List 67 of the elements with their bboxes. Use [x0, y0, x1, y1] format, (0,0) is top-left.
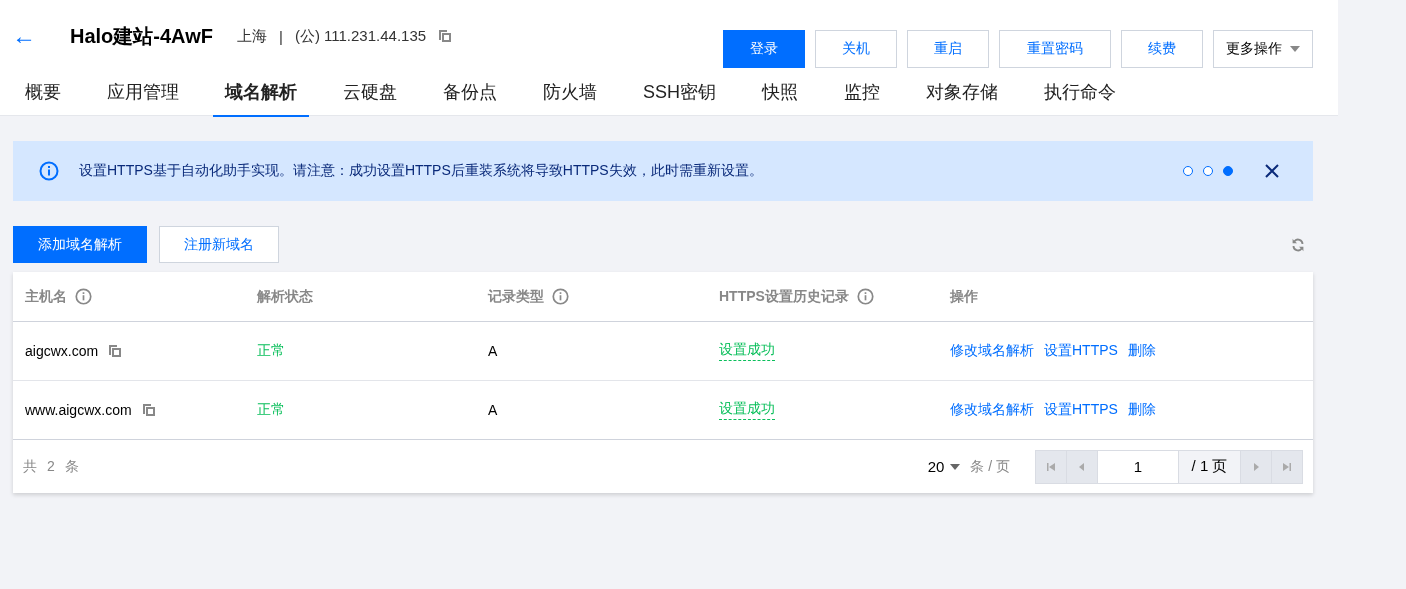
page-count: / 1 页: [1179, 450, 1241, 483]
tab[interactable]: SSH密钥: [643, 72, 716, 117]
column-header: 记录类型: [488, 287, 544, 306]
tab[interactable]: 备份点: [443, 72, 497, 117]
record-type: A: [488, 402, 498, 418]
region-label: 上海: [237, 26, 267, 46]
page-size-unit: 条 / 页: [970, 457, 1010, 476]
info-icon: [856, 288, 874, 305]
notice-text: 设置HTTPS基于自动化助手实现。请注意：成功设置HTTPS后重装系统将导致HTTPS失效，此时需重新设置。: [79, 162, 764, 180]
host-name: aigcwx.com: [25, 343, 99, 359]
tab[interactable]: 概要: [25, 72, 61, 117]
ip-address: (公) 111.231.44.135: [294, 26, 427, 46]
operation-link[interactable]: 修改域名解析: [950, 401, 1034, 419]
info-icon: [552, 288, 569, 305]
previous-page-icon: [1077, 461, 1087, 472]
first-page-icon: [1046, 461, 1056, 472]
column-header: 操作: [950, 287, 978, 306]
tab[interactable]: 执行命令: [1044, 72, 1116, 117]
tab[interactable]: 监控: [844, 72, 880, 117]
copy-icon[interactable]: [438, 29, 453, 43]
last-page-button[interactable]: [1272, 450, 1302, 483]
operation-link[interactable]: 修改域名解析: [950, 342, 1034, 360]
operation-link[interactable]: 删除: [1127, 401, 1156, 419]
status-text: 正常: [257, 401, 285, 419]
tab[interactable]: 快照: [762, 72, 798, 117]
tab[interactable]: 防火墙: [543, 72, 597, 117]
carousel-dot[interactable]: [1203, 166, 1213, 176]
action-button[interactable]: 重置密码: [999, 30, 1111, 68]
action-button[interactable]: 登录: [723, 30, 805, 68]
toolbar-button[interactable]: 添加域名解析: [13, 226, 147, 263]
action-button[interactable]: 续费: [1121, 30, 1203, 68]
copy-icon[interactable]: [108, 344, 123, 358]
tab[interactable]: 云硬盘: [343, 72, 397, 117]
info-icon: [39, 161, 59, 181]
action-button[interactable]: 更多操作: [1213, 30, 1313, 68]
toolbar-button[interactable]: 注册新域名: [159, 226, 279, 263]
total-count: 共 2 条: [23, 457, 82, 476]
info-icon: [75, 288, 92, 305]
column-header: 解析状态: [257, 287, 313, 306]
back-button[interactable]: ←: [12, 24, 36, 48]
copy-icon[interactable]: [141, 403, 156, 417]
operation-link[interactable]: 删除: [1127, 342, 1156, 360]
tab[interactable]: 域名解析: [213, 72, 309, 117]
next-page-icon: [1251, 461, 1261, 472]
column-header: HTTPS设置历史记录: [719, 287, 849, 306]
action-button[interactable]: 重启: [907, 30, 989, 68]
close-icon[interactable]: [1265, 164, 1279, 178]
host-name: www.aigcwx.com: [25, 402, 132, 418]
first-page-button[interactable]: [1036, 450, 1067, 483]
separator: |: [279, 27, 283, 45]
instance-title: Halo建站-4AwF: [70, 23, 213, 49]
carousel-dot[interactable]: [1223, 166, 1233, 176]
record-type: A: [488, 343, 498, 359]
caret-icon: [950, 463, 961, 470]
last-page-icon: [1282, 461, 1292, 472]
operation-link[interactable]: 设置HTTPS: [1044, 401, 1118, 419]
status-text: 正常: [257, 342, 285, 360]
https-history-link[interactable]: 设置成功: [719, 341, 775, 361]
caret-icon: [1290, 46, 1300, 52]
page-size-select[interactable]: 20: [927, 458, 961, 475]
https-history-link[interactable]: 设置成功: [719, 400, 775, 420]
column-header: 主机名: [25, 287, 67, 306]
tab[interactable]: 对象存储: [926, 72, 998, 117]
tab[interactable]: 应用管理: [107, 72, 179, 117]
carousel-dot[interactable]: [1183, 166, 1193, 176]
operation-link[interactable]: 设置HTTPS: [1044, 342, 1118, 360]
action-button[interactable]: 关机: [815, 30, 897, 68]
